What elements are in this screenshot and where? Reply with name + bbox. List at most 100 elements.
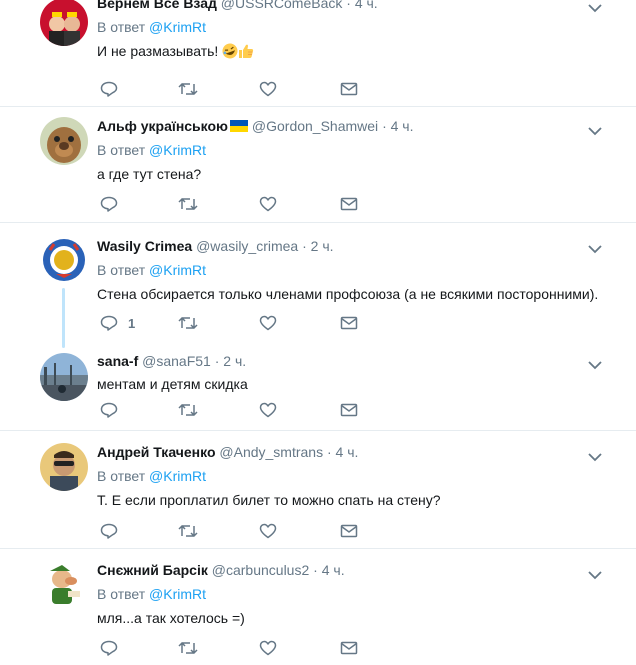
reply-mention[interactable]: @KrimRt	[149, 468, 206, 484]
reply-button[interactable]	[100, 640, 128, 656]
envelope-icon	[340, 402, 358, 418]
retweet-button[interactable]	[178, 402, 198, 418]
chevron-down-icon[interactable]	[588, 0, 602, 18]
tweet-text: мля...а так хотелось =)	[97, 610, 245, 626]
retweet-button[interactable]	[178, 315, 198, 331]
tweet[interactable]: Снєжний Барсік @carbunculus2 · 4 ч. В от…	[0, 549, 636, 665]
tweet-text-body: И не размазывать!	[97, 43, 223, 59]
author-name[interactable]: Альф українською	[97, 118, 228, 134]
reply-count: 1	[128, 315, 136, 331]
chevron-down-icon[interactable]	[588, 357, 602, 375]
author-handle[interactable]: @carbunculus2	[212, 562, 310, 578]
direct-message-button[interactable]	[340, 402, 358, 418]
avatar[interactable]	[40, 236, 88, 284]
tweet-text: Стена обсирается только членами профсоюз…	[97, 286, 599, 302]
direct-message-button[interactable]	[340, 523, 358, 539]
retweet-button[interactable]	[178, 196, 198, 212]
author-handle[interactable]: @wasily_crimea	[196, 238, 298, 254]
avatar[interactable]	[40, 443, 88, 491]
author-name[interactable]: Андрей Ткаченко	[97, 444, 216, 460]
author-name[interactable]: Снєжний Барсік	[97, 562, 208, 578]
reply-icon	[100, 402, 118, 418]
envelope-icon	[340, 196, 358, 212]
tweet[interactable]: Вернем Все Взад @USSRComeBack · 4 ч. В о…	[0, 0, 636, 107]
chevron-down-icon[interactable]	[588, 567, 602, 585]
reply-mention[interactable]: @KrimRt	[149, 586, 206, 602]
reply-context: В ответ @KrimRt	[97, 261, 606, 279]
tweet[interactable]: Альф українською @Gordon_Shamwei · 4 ч. …	[0, 107, 636, 223]
rolling-laughing-emoji	[222, 43, 238, 59]
author-handle[interactable]: @Andy_smtrans	[219, 444, 323, 460]
separator-dot: ·	[313, 562, 318, 578]
like-button[interactable]	[259, 315, 277, 331]
timestamp[interactable]: 2 ч.	[311, 238, 334, 254]
tweet-text: а где тут стена?	[97, 166, 202, 182]
reply-button[interactable]	[100, 81, 128, 97]
retweet-button[interactable]	[178, 81, 198, 97]
author-name[interactable]: sana-f	[97, 353, 138, 369]
reply-context: В ответ @KrimRt	[97, 467, 606, 485]
reply-button[interactable]	[100, 196, 128, 212]
avatar[interactable]	[40, 0, 88, 46]
tweet-header: Снєжний Барсік @carbunculus2 · 4 ч.	[97, 561, 606, 579]
envelope-icon	[340, 315, 358, 331]
tweet[interactable]: Андрей Ткаченко @Andy_smtrans · 4 ч. В о…	[0, 431, 636, 549]
author-handle[interactable]: @Gordon_Shamwei	[252, 118, 378, 134]
chevron-down-icon[interactable]	[588, 123, 602, 141]
reply-mention[interactable]: @KrimRt	[149, 262, 206, 278]
tweet-text: Т. Е если проплатил билет то можно спать…	[97, 492, 441, 508]
heart-icon	[259, 523, 277, 539]
reply-context: В ответ @KrimRt	[97, 141, 606, 159]
heart-icon	[259, 402, 277, 418]
like-button[interactable]	[259, 81, 277, 97]
like-button[interactable]	[259, 640, 277, 656]
timestamp[interactable]: 4 ч.	[336, 444, 359, 460]
reply-mention[interactable]: @KrimRt	[149, 142, 206, 158]
tweet-text: ментам и детям скидка	[97, 376, 248, 392]
tweet-header: Альф українською @Gordon_Shamwei · 4 ч.	[97, 117, 606, 135]
avatar[interactable]	[40, 561, 88, 609]
tweet-feed: Вернем Все Взад @USSRComeBack · 4 ч. В о…	[0, 0, 636, 665]
reply-button[interactable]	[100, 523, 128, 539]
tweet-header: Андрей Ткаченко @Andy_smtrans · 4 ч.	[97, 443, 606, 461]
author-name[interactable]: Wasily Crimea	[97, 238, 192, 254]
timestamp[interactable]: 4 ч.	[322, 562, 345, 578]
author-handle[interactable]: @sanaF51	[142, 353, 211, 369]
like-button[interactable]	[259, 196, 277, 212]
retweet-button[interactable]	[178, 523, 198, 539]
separator-dot: ·	[214, 353, 220, 369]
reply-mention[interactable]: @KrimRt	[149, 19, 206, 35]
reply-prefix: В ответ	[97, 262, 146, 278]
author-name[interactable]: Вернем Все Взад	[97, 0, 217, 11]
direct-message-button[interactable]	[340, 640, 358, 656]
tweet-text: И не размазывать!	[97, 42, 606, 60]
like-button[interactable]	[259, 402, 277, 418]
reply-prefix: В ответ	[97, 586, 146, 602]
timestamp[interactable]: 4 ч.	[355, 0, 378, 11]
direct-message-button[interactable]	[340, 315, 358, 331]
retweet-button[interactable]	[178, 640, 198, 656]
tweet-header: Wasily Crimea @wasily_crimea · 2 ч.	[97, 237, 606, 255]
separator-dot: ·	[302, 238, 307, 254]
author-handle[interactable]: @USSRComeBack	[221, 0, 343, 11]
direct-message-button[interactable]	[340, 196, 358, 212]
reply-button[interactable]	[100, 402, 128, 418]
tweet[interactable]: sana-f @sanaF51 · 2 ч. ментам и детям ск…	[0, 343, 636, 431]
timestamp[interactable]: 4 ч.	[391, 118, 414, 134]
avatar[interactable]	[40, 353, 88, 401]
direct-message-button[interactable]	[340, 81, 358, 97]
tweet-header: Вернем Все Взад @USSRComeBack · 4 ч.	[97, 0, 606, 12]
envelope-icon	[340, 640, 358, 656]
reply-button[interactable]: 1	[100, 315, 135, 331]
timestamp[interactable]: 2 ч.	[223, 353, 246, 369]
chevron-down-icon[interactable]	[588, 449, 602, 467]
avatar[interactable]	[40, 117, 88, 165]
heart-icon	[259, 81, 277, 97]
tweet[interactable]: Wasily Crimea @wasily_crimea · 2 ч. В от…	[0, 223, 636, 343]
reply-icon	[100, 640, 118, 656]
retweet-icon	[178, 523, 198, 539]
reply-context: В ответ @KrimRt	[97, 18, 606, 36]
separator-dot: ·	[326, 444, 332, 460]
chevron-down-icon[interactable]	[588, 241, 602, 259]
like-button[interactable]	[259, 523, 277, 539]
